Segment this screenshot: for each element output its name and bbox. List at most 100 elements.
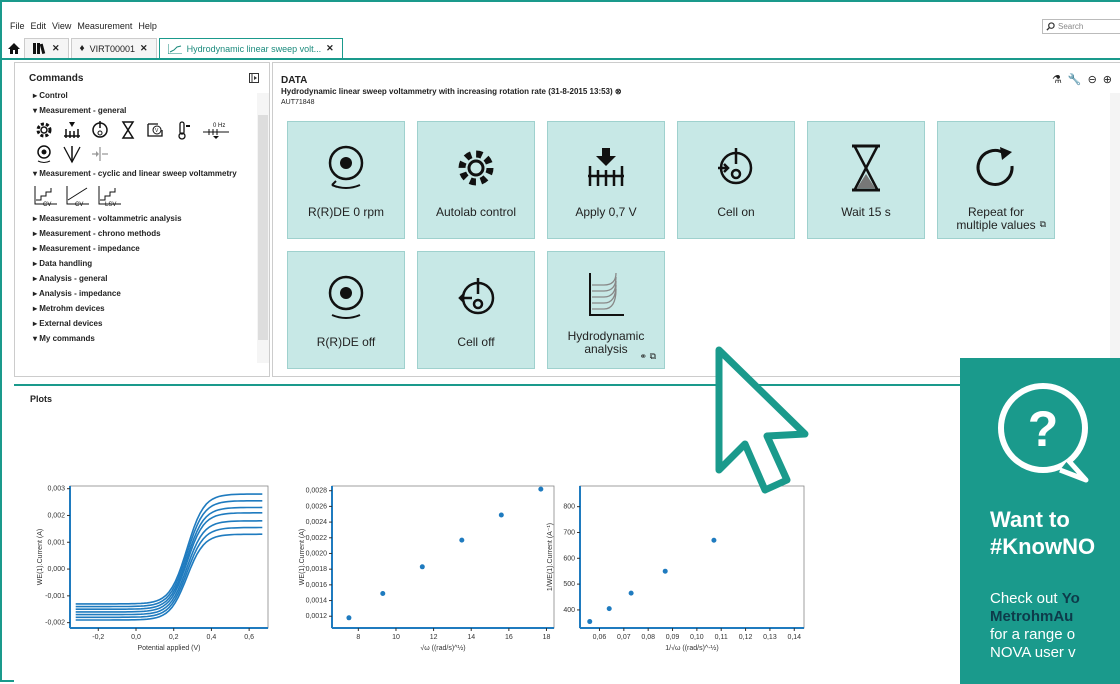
library-icon: [33, 43, 46, 54]
y-tick-label: 0,0012: [306, 613, 328, 620]
tile-apply-potential[interactable]: Apply 0,7 V: [547, 121, 665, 239]
thermometer-icon[interactable]: [173, 119, 195, 141]
data-point: [606, 606, 612, 612]
promo-body: Check out Yo MetrohmAu for a range o NOVA u…: [990, 590, 1080, 662]
menu-file[interactable]: File: [10, 21, 25, 31]
rotation-rate-icon[interactable]: 0 Hz: [201, 119, 231, 141]
group-label: Measurement - cyclic and linear sweep vo…: [39, 169, 237, 178]
tile-rrde-off[interactable]: R(R)DE off: [287, 251, 405, 369]
menu-view[interactable]: View: [52, 21, 71, 31]
commands-panel: Commands ▸ Control ▾ Measurement - gener…: [14, 62, 270, 377]
collapse-panel-icon[interactable]: [249, 73, 259, 83]
lsv-icon[interactable]: LSV: [97, 185, 123, 208]
y-tick-label: 0,0026: [306, 503, 328, 510]
apply-potential-icon[interactable]: [61, 119, 83, 141]
group-impedance[interactable]: ▸ Measurement - impedance: [15, 241, 269, 256]
y-tick-label: 0,0020: [306, 550, 328, 557]
promo-body1b: Yo: [1061, 590, 1080, 607]
menu-help[interactable]: Help: [138, 21, 157, 31]
wait-icon[interactable]: [117, 119, 139, 141]
y-tick-label: 0,003: [47, 486, 65, 493]
data-point: [587, 619, 593, 625]
data-point: [498, 512, 504, 518]
x-tick-label: 8: [356, 634, 360, 641]
switch-icon[interactable]: [89, 143, 111, 165]
group-cv-lsv[interactable]: ▾ Measurement - cyclic and linear sweep …: [15, 166, 269, 181]
group-chrono[interactable]: ▸ Measurement - chrono methods: [15, 226, 269, 241]
tile-rrde-0rpm[interactable]: R(R)DE 0 rpm: [287, 121, 405, 239]
clean-icon[interactable]: ⚗: [1052, 73, 1062, 86]
y-tick-label: 0,002: [47, 512, 65, 519]
y-tick-label: 700: [563, 529, 575, 536]
data-point: [346, 615, 352, 621]
y-axis-label: 1/WE(1).Current (A⁻¹): [547, 523, 554, 591]
tile-cell-off[interactable]: Cell off: [417, 251, 535, 369]
x-tick-label: 0,12: [739, 634, 753, 641]
close-icon[interactable]: ✕: [140, 43, 148, 54]
menu-edit[interactable]: Edit: [31, 21, 47, 31]
home-button[interactable]: [8, 38, 24, 58]
promo-body4: NOVA user v: [990, 644, 1076, 661]
commands-scrollbar[interactable]: [257, 93, 269, 363]
promo-banner[interactable]: ? Want to #KnowNO Check out Yo MetrohmAu fo…: [960, 358, 1120, 684]
cell-on-icon: [718, 148, 753, 185]
group-analysis-impedance[interactable]: ▸ Analysis - impedance: [15, 286, 269, 301]
electrode-icon[interactable]: [61, 143, 83, 165]
group-control[interactable]: ▸ Control: [15, 88, 269, 103]
tile-repeat[interactable]: Repeat for multiple values ⧉: [937, 121, 1055, 239]
promo-title: Want to #KnowNO: [990, 506, 1095, 560]
tab-virt00001[interactable]: ♦ VIRT00001 ✕: [70, 38, 157, 58]
chart-icon: [167, 43, 182, 54]
data-title: DATA: [281, 75, 308, 86]
info-icon[interactable]: ⊗: [615, 87, 622, 96]
zoom-in-icon[interactable]: ⊕: [1103, 73, 1112, 86]
autolab-control-icon[interactable]: [33, 119, 55, 141]
search-icon: [1046, 22, 1055, 31]
cv-label: CV: [75, 202, 83, 208]
tile-cell-on[interactable]: Cell on: [677, 121, 795, 239]
tab-library[interactable]: ✕: [24, 38, 69, 58]
gear-icon: [458, 150, 494, 186]
x-tick-label: 0,2: [169, 634, 179, 641]
x-tick-label: 0,06: [593, 634, 607, 641]
group-metrohm[interactable]: ▸ Metrohm devices: [15, 301, 269, 316]
tile-hydrodynamic-analysis[interactable]: Hydrodynamic analysis ⚭ ⧉: [547, 251, 665, 369]
menu-bar: File Edit View Measurement Help: [2, 18, 157, 34]
group-external[interactable]: ▸ External devices: [15, 316, 269, 331]
search-input[interactable]: Search: [1042, 19, 1120, 34]
cell-icon[interactable]: [89, 119, 111, 141]
expand-icon[interactable]: ⧉: [1040, 219, 1046, 230]
message-icon[interactable]: V: [145, 119, 167, 141]
tab-procedure[interactable]: Hydrodynamic linear sweep volt... ✕: [158, 38, 343, 58]
tile-label: Wait 15 s: [841, 205, 891, 219]
y-tick-label: 500: [563, 581, 575, 588]
menu-measurement[interactable]: Measurement: [77, 21, 132, 31]
link-icon[interactable]: ⚭ ⧉: [640, 351, 656, 362]
group-label: Measurement - general: [39, 106, 127, 115]
cv-linear-icon[interactable]: CV: [65, 185, 91, 208]
scroll-thumb[interactable]: [258, 115, 268, 340]
close-icon[interactable]: ✕: [326, 43, 334, 54]
rde-icon[interactable]: [33, 143, 55, 165]
group-measurement-general[interactable]: ▾ Measurement - general: [15, 103, 269, 118]
general-icons-row1: V 0 Hz: [15, 118, 269, 142]
tile-wait[interactable]: Wait 15 s: [807, 121, 925, 239]
wrench-icon[interactable]: 🔧: [1068, 73, 1082, 86]
data-point: [628, 590, 634, 596]
group-data-handling[interactable]: ▸ Data handling: [15, 256, 269, 271]
close-icon[interactable]: ✕: [52, 43, 60, 54]
app-window: File Edit View Measurement Help Search ✕…: [0, 0, 1120, 684]
cv-staircase-icon[interactable]: CV: [33, 185, 59, 208]
group-voltammetric[interactable]: ▸ Measurement - voltammetric analysis: [15, 211, 269, 226]
zoom-out-icon[interactable]: ⊖: [1088, 73, 1097, 86]
tile-label: R(R)DE off: [316, 335, 376, 349]
data-point: [711, 537, 717, 543]
y-tick-label: 800: [563, 504, 575, 511]
group-my-commands[interactable]: ▾ My commands: [15, 331, 269, 346]
tile-autolab-control[interactable]: Autolab control: [417, 121, 535, 239]
group-analysis-general[interactable]: ▸ Analysis - general: [15, 271, 269, 286]
commands-title: Commands: [29, 73, 84, 84]
data-scrollbar[interactable]: [1110, 93, 1120, 373]
data-panel: DATA Hydrodynamic linear sweep voltammet…: [272, 62, 1120, 377]
rde-icon: [328, 145, 364, 189]
